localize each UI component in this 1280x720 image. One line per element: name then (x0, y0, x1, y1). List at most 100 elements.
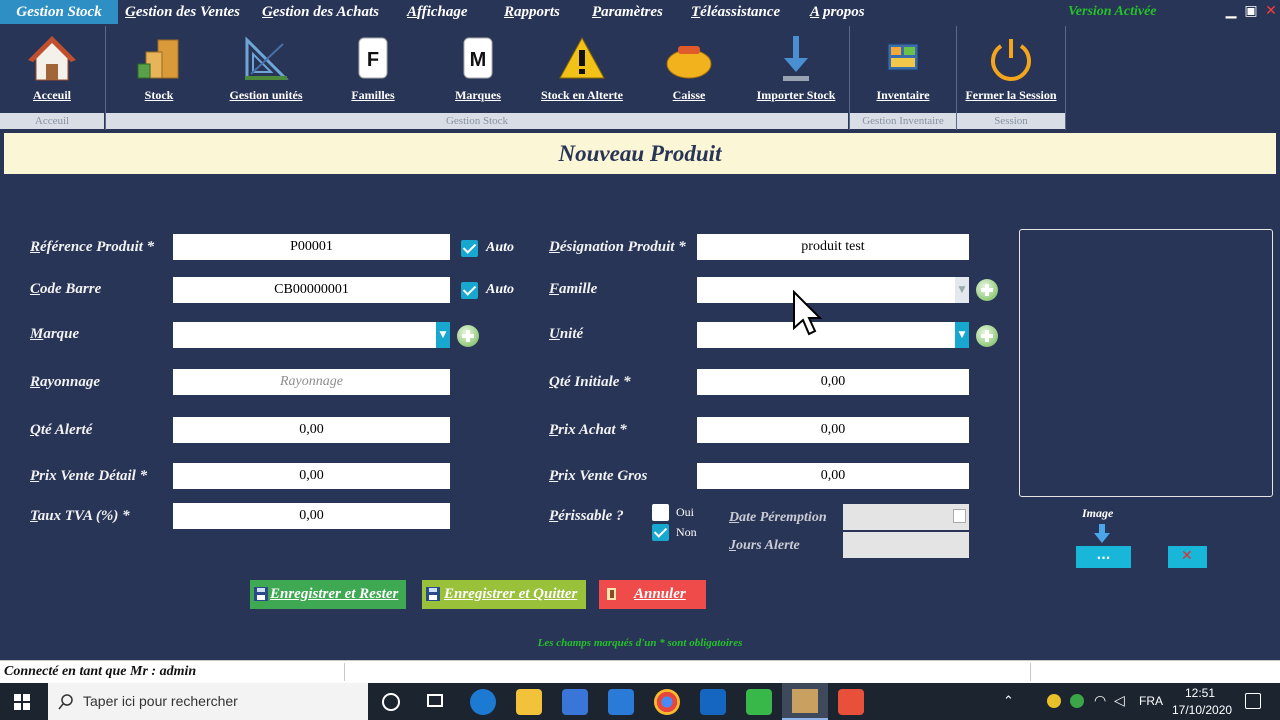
menu-brand[interactable]: Gestion Stock (0, 0, 118, 24)
svg-text:M: M (470, 49, 487, 71)
marque-select[interactable]: ▼ (173, 322, 450, 348)
status-divider (1030, 663, 1031, 681)
menu-a-propos[interactable]: A propos (810, 0, 865, 24)
perissable-non-checkbox[interactable] (652, 524, 669, 541)
chevron-down-icon[interactable]: ▼ (955, 277, 969, 303)
menu-affichage[interactable]: Affichage (407, 0, 468, 24)
delete-icon: ✕ (1181, 548, 1193, 564)
outlook-icon[interactable] (700, 689, 726, 715)
chevron-down-icon[interactable]: ▼ (955, 322, 969, 348)
chrome-icon[interactable] (654, 689, 680, 715)
task-view-icon[interactable] (427, 694, 443, 707)
file-explorer-icon[interactable] (516, 689, 542, 715)
save-stay-button[interactable]: Enregistrer et Rester (250, 580, 406, 609)
product-image-preview (1019, 229, 1273, 497)
familles-button[interactable]: F Familles (320, 24, 426, 112)
add-famille-button[interactable] (976, 279, 998, 301)
warning-icon (559, 36, 605, 79)
ribbon-group-gestion-inventaire: Gestion Inventaire (850, 113, 956, 129)
inventaire-button[interactable]: Inventaire (850, 24, 956, 112)
volume-icon[interactable]: ◁ (1114, 692, 1125, 709)
taux-tva-input[interactable] (173, 503, 450, 529)
perissable-oui-checkbox[interactable] (652, 504, 669, 521)
prix-vente-gros-label: Prix Vente Gros (549, 468, 648, 484)
prix-vente-gros-input[interactable] (697, 463, 969, 489)
add-marque-button[interactable] (457, 325, 479, 347)
image-label: Image (1082, 506, 1114, 520)
date-peremption-picker[interactable] (843, 504, 969, 530)
rayonnage-label: Rayonnage (30, 374, 101, 390)
clock-date[interactable]: 17/10/2020 (1172, 703, 1232, 717)
importer-stock-button[interactable]: Importer Stock (744, 24, 848, 112)
browse-image-button[interactable]: ... (1076, 546, 1131, 568)
chevron-down-icon[interactable]: ▼ (436, 322, 450, 348)
reference-input[interactable] (173, 234, 450, 260)
gestion-unites-button[interactable]: Gestion unités (212, 24, 320, 112)
search-icon (58, 694, 73, 710)
code-barre-auto-checkbox[interactable] (461, 282, 478, 299)
calendar-icon[interactable] (953, 509, 966, 523)
unite-select[interactable]: ▼ (697, 322, 969, 348)
cortana-icon[interactable] (382, 693, 400, 711)
status-bar: Connecté en tant que Mr : admin (0, 660, 1280, 683)
save-quit-button[interactable]: Enregistrer et Quitter (422, 580, 586, 609)
store-icon[interactable] (562, 689, 588, 715)
camtasia-icon[interactable] (746, 689, 772, 715)
ribbon-toolbar: Acceuil Stock Gestion unités F Familles … (0, 24, 1066, 130)
chevron-up-icon[interactable]: ⌃ (1003, 693, 1014, 709)
qte-initiale-input[interactable] (697, 369, 969, 395)
version-status: Version Activée (1068, 4, 1157, 19)
close-icon[interactable]: ✕ (1262, 2, 1280, 20)
code-barre-input[interactable] (173, 277, 450, 303)
famille-label: Famille (549, 281, 598, 297)
tray-app-icon[interactable] (1047, 694, 1061, 708)
code-barre-auto-label: Auto (486, 282, 515, 297)
menu-gestion-ventes[interactable]: Gestion des Ventes (125, 0, 240, 24)
coin-purse-icon (666, 46, 712, 79)
taskbar-search[interactable]: Taper ici pour rechercher (48, 683, 368, 720)
prix-vente-detail-input[interactable] (173, 463, 450, 489)
familles-letter-icon: F (358, 37, 388, 79)
famille-select[interactable]: ▼ (697, 277, 969, 303)
mail-icon[interactable] (608, 689, 634, 715)
minimize-icon[interactable]: ▁ (1222, 2, 1240, 20)
stock-alerte-button[interactable]: Stock en Alterte (530, 24, 634, 112)
menu-gestion-achats[interactable]: Gestion des Achats (262, 0, 379, 24)
acceuil-button[interactable]: Acceuil (0, 24, 104, 112)
taux-tva-label: Taux TVA (%) * (30, 508, 130, 524)
download-arrow-icon (783, 36, 809, 81)
designation-label: Désignation Produit * (549, 239, 686, 255)
mouse-cursor-icon (793, 290, 822, 336)
prix-achat-input[interactable] (697, 417, 969, 443)
power-icon (991, 39, 1031, 81)
perissable-oui-label: Oui (676, 505, 694, 519)
menu-teleassistance[interactable]: Téléassistance (691, 0, 780, 24)
rayonnage-input[interactable] (173, 369, 450, 395)
notification-icon[interactable] (1245, 693, 1261, 709)
caisse-button[interactable]: Caisse (634, 24, 744, 112)
cancel-button[interactable]: Annuler (599, 580, 706, 609)
jours-alerte-label: Jours Alerte (729, 538, 800, 553)
menu-rapports[interactable]: Rapports (504, 0, 560, 24)
clock-time[interactable]: 12:51 (1185, 686, 1215, 700)
remove-image-button[interactable]: ✕ (1168, 546, 1207, 568)
qte-alerte-input[interactable] (173, 417, 450, 443)
edge-icon[interactable] (470, 689, 496, 715)
jours-alerte-input[interactable] (843, 532, 969, 558)
taskbar-active-app[interactable] (782, 683, 828, 720)
menu-parametres[interactable]: Paramètres (592, 0, 663, 24)
add-unite-button[interactable] (976, 325, 998, 347)
wifi-icon[interactable]: ◠ (1094, 692, 1106, 709)
maximize-icon[interactable]: ▣ (1242, 2, 1260, 20)
designation-input[interactable] (697, 234, 969, 260)
fermer-session-button[interactable]: Fermer la Session (957, 24, 1065, 112)
stock-button[interactable]: Stock (106, 24, 212, 112)
windows-start-icon[interactable] (14, 694, 30, 710)
tray-sync-icon[interactable] (1070, 694, 1084, 708)
marques-button[interactable]: M Marques (426, 24, 530, 112)
ribbon-group-session: Session (957, 113, 1065, 129)
marque-label: Marque (30, 326, 80, 342)
reference-auto-checkbox[interactable] (461, 240, 478, 257)
language-indicator[interactable]: FRA (1139, 694, 1163, 708)
recorder-icon[interactable] (838, 689, 864, 715)
